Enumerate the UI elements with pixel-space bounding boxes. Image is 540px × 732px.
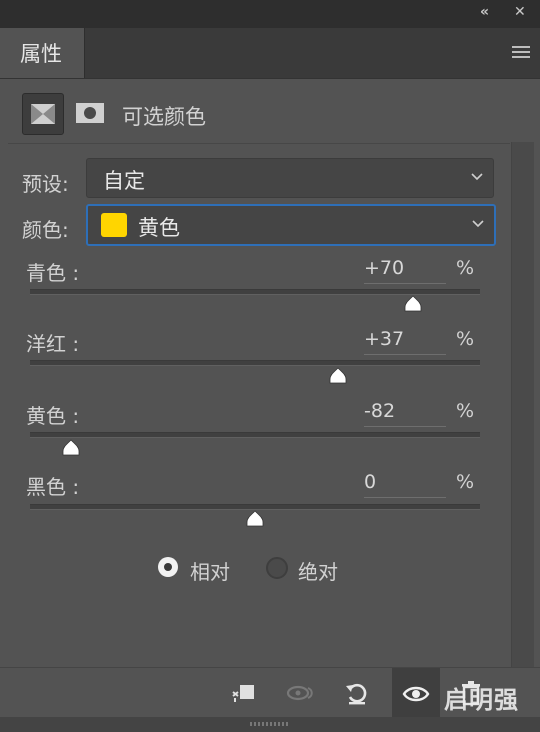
color-swatch: [101, 213, 127, 237]
divider: [8, 143, 510, 144]
cyan-value: +70: [364, 257, 405, 279]
adjustment-title: 可选颜色: [122, 105, 206, 129]
yellow-slider-track[interactable]: [30, 432, 480, 438]
resize-grip[interactable]: [250, 722, 290, 726]
absolute-radio[interactable]: [266, 557, 288, 579]
chevron-down-icon: [472, 220, 484, 228]
absolute-label: 绝对: [298, 560, 338, 584]
view-previous-state-icon[interactable]: [286, 678, 316, 708]
clip-to-layer-icon[interactable]: [228, 678, 258, 708]
slider-label-yellow: 黄色 :: [26, 404, 80, 428]
preset-dropdown[interactable]: 自定: [86, 158, 494, 198]
black-value-field[interactable]: 0: [364, 471, 446, 498]
panel-footer: [0, 717, 540, 732]
yellow-value-field[interactable]: -82: [364, 400, 446, 427]
black-percent: %: [456, 471, 475, 493]
relative-radio[interactable]: [158, 557, 178, 577]
black-slider-thumb[interactable]: [244, 510, 266, 528]
color-dropdown[interactable]: 黄色: [86, 204, 496, 246]
chevron-down-icon: [471, 173, 483, 181]
yellow-value: -82: [364, 400, 396, 422]
visibility-toggle-bg[interactable]: [392, 668, 440, 718]
tab-properties[interactable]: 属性: [0, 28, 85, 78]
preset-label: 预设:: [22, 172, 69, 196]
reset-icon[interactable]: [342, 678, 372, 708]
magenta-percent: %: [456, 328, 475, 350]
mask-icon[interactable]: [70, 93, 110, 133]
tab-properties-label: 属性: [20, 42, 62, 66]
color-label: 颜色:: [22, 218, 69, 242]
eye-icon[interactable]: [401, 679, 431, 709]
panel-title-bar: « ✕: [0, 0, 540, 28]
magenta-value-field[interactable]: +37: [364, 328, 446, 355]
tab-row: 属性: [0, 28, 540, 79]
cyan-value-field[interactable]: +70: [364, 257, 446, 284]
adjustment-icon[interactable]: [22, 93, 64, 135]
slider-label-black: 黑色 :: [26, 475, 80, 499]
panel-menu-icon[interactable]: [512, 46, 530, 60]
preset-value: 自定: [103, 169, 145, 193]
black-value: 0: [364, 471, 377, 493]
close-icon[interactable]: ✕: [514, 4, 526, 20]
yellow-percent: %: [456, 400, 475, 422]
magenta-slider-thumb[interactable]: [327, 367, 349, 385]
cyan-slider-thumb[interactable]: [402, 295, 424, 313]
slider-label-cyan: 青色 :: [26, 261, 80, 285]
slider-label-magenta: 洋红 :: [26, 332, 80, 356]
scrollbar[interactable]: [511, 142, 534, 667]
yellow-slider-thumb[interactable]: [60, 439, 82, 457]
relative-label: 相对: [190, 560, 230, 584]
magenta-slider-track[interactable]: [30, 360, 480, 366]
color-value: 黄色: [138, 216, 180, 240]
cyan-percent: %: [456, 257, 475, 279]
magenta-value: +37: [364, 328, 405, 350]
collapse-icon[interactable]: «: [480, 4, 489, 20]
watermark: 启明强: [444, 686, 519, 714]
